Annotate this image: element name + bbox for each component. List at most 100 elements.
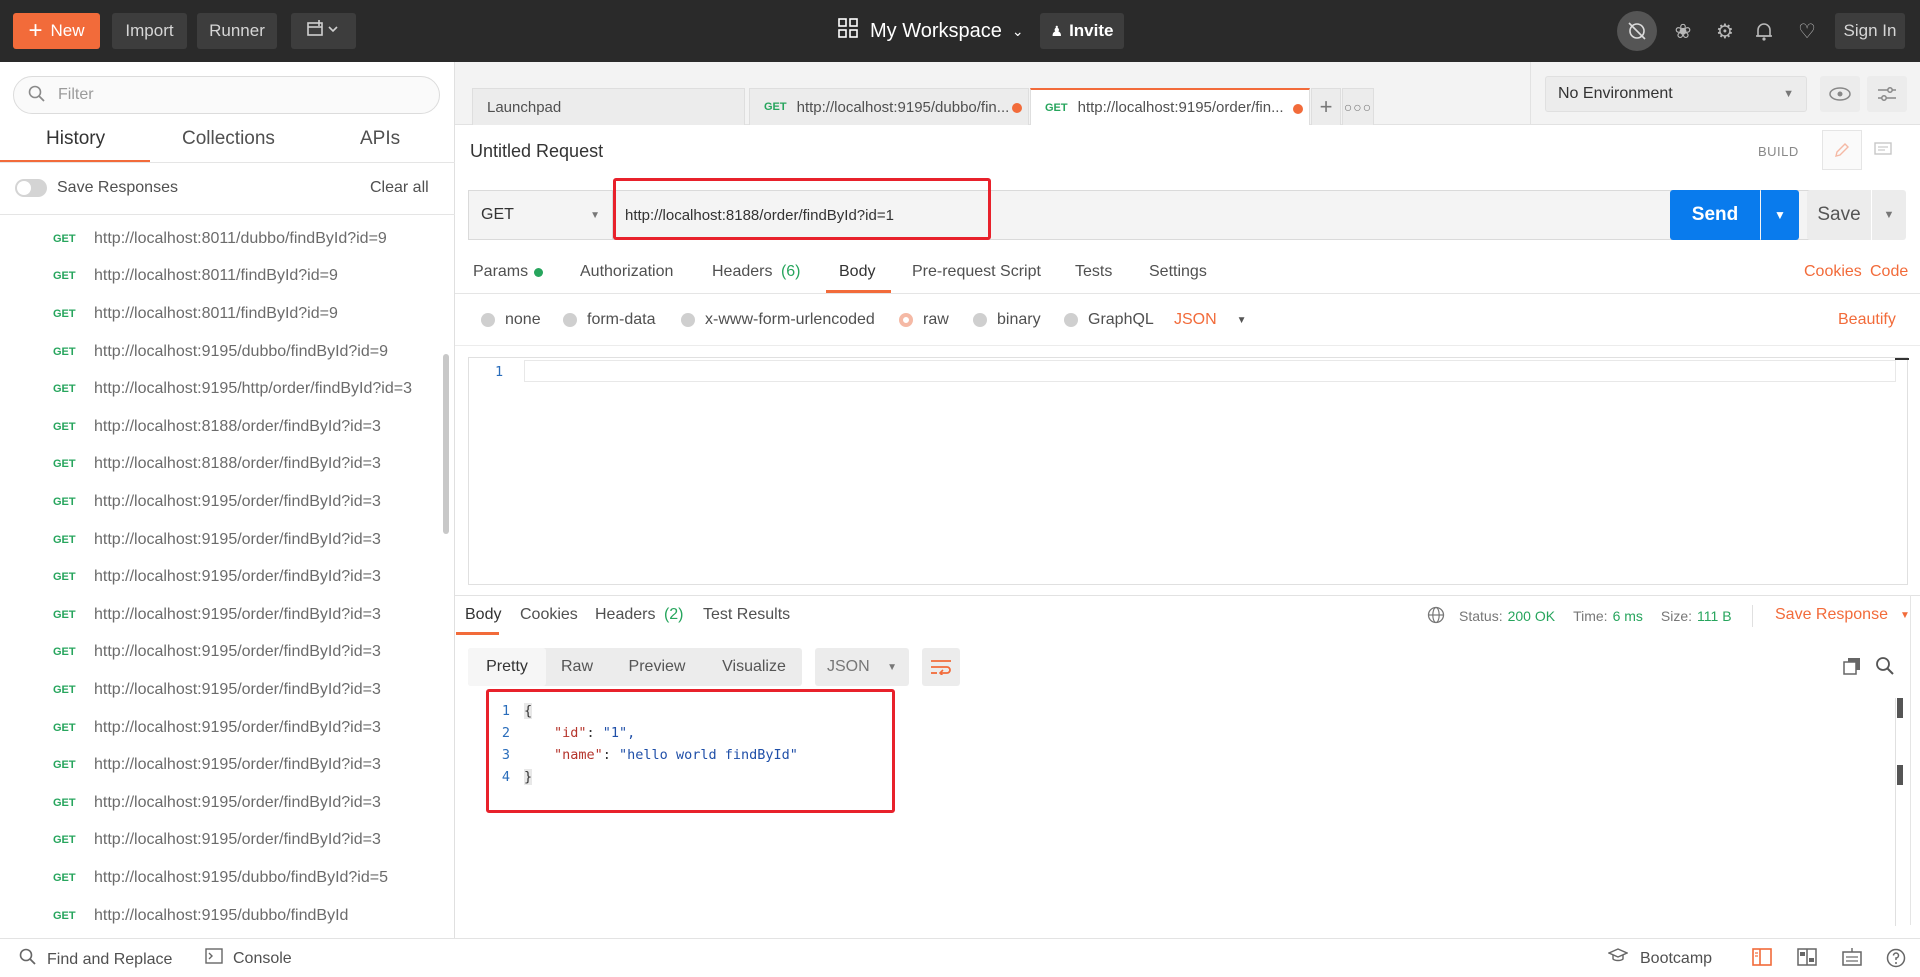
more-tabs-icon[interactable]: ○○○ — [1342, 88, 1374, 125]
history-item[interactable]: GET http://localhost:9195/dubbo/findById?… — [0, 859, 440, 897]
history-item[interactable]: GET http://localhost:9195/order/findById?… — [0, 822, 440, 860]
history-url: http://localhost:9195/http/order/findByI… — [94, 380, 412, 398]
history-item[interactable]: GET http://localhost:9195/dubbo/findById — [0, 897, 440, 935]
history-item[interactable]: GET http://localhost:9195/http/order/find… — [0, 370, 440, 408]
workspace-switcher[interactable]: My Workspace ⌄ — [838, 14, 1024, 48]
tab-launchpad[interactable]: Launchpad — [472, 88, 745, 125]
response-format-select[interactable]: JSON ▼ — [815, 648, 909, 686]
comment-icon[interactable] — [1863, 130, 1903, 170]
response-tab-headers[interactable]: Headers (2) — [595, 606, 684, 624]
radio-form-data[interactable]: form-data — [563, 311, 655, 329]
beautify-button[interactable]: Beautify — [1838, 311, 1896, 329]
request-title: Untitled Request — [470, 141, 604, 161]
filter-input[interactable]: Filter — [13, 76, 440, 114]
tab-tests[interactable]: Tests — [1075, 263, 1112, 281]
code-line: 3 "name" : "hello world findById" — [501, 747, 798, 763]
history-item[interactable]: GET http://localhost:9195/dubbo/findById?… — [0, 333, 440, 371]
wrap-lines-icon[interactable] — [922, 648, 960, 686]
tab-body[interactable]: Body — [839, 263, 875, 281]
view-tab-raw[interactable]: Raw — [546, 658, 608, 676]
history-item[interactable]: GET http://localhost:8011/dubbo/findById?… — [0, 220, 440, 258]
history-item[interactable]: GET http://localhost:8188/order/findById?… — [0, 446, 440, 484]
radio-urlencoded[interactable]: x-www-form-urlencoded — [681, 311, 875, 329]
bootcamp-button[interactable]: Bootcamp — [1607, 948, 1712, 969]
new-window-button[interactable] — [291, 13, 356, 49]
tab-pre-request-script[interactable]: Pre-request Script — [912, 263, 1041, 281]
history-item[interactable]: GET http://localhost:9195/order/findById?… — [0, 746, 440, 784]
sign-in-button[interactable]: Sign In — [1835, 13, 1905, 49]
environment-select[interactable]: No Environment ▼ — [1545, 76, 1807, 112]
tab-authorization[interactable]: Authorization — [580, 263, 673, 281]
history-item[interactable]: GET http://localhost:9195/order/findById?… — [0, 709, 440, 747]
new-button[interactable]: + New — [13, 13, 100, 49]
scrollbar-thumb[interactable] — [1897, 765, 1903, 785]
response-body[interactable]: 1 { 2 "id" : "1", 3 "name" : "hello worl… — [480, 700, 1880, 900]
history-item[interactable]: GET http://localhost:9195/order/findById?… — [0, 634, 440, 672]
request-body-editor[interactable]: 1 — [468, 357, 1909, 585]
tab-request-order[interactable]: GET http://localhost:9195/order/fin... — [1030, 88, 1310, 125]
eye-icon[interactable] — [1820, 76, 1860, 112]
radio-raw[interactable]: raw — [899, 311, 949, 329]
history-item[interactable]: GET http://localhost:9195/order/findById?… — [0, 521, 440, 559]
history-url: http://localhost:8011/findById?id=9 — [94, 304, 338, 322]
keyboard-shortcuts-icon[interactable] — [1842, 948, 1862, 971]
scrollbar[interactable] — [443, 354, 449, 534]
view-tab-preview[interactable]: Preview — [608, 658, 706, 676]
tab-apis[interactable]: APIs — [360, 128, 400, 160]
response-tab-body[interactable]: Body — [465, 606, 501, 624]
gear-icon[interactable]: ⚙ — [1710, 16, 1740, 46]
radio-binary[interactable]: binary — [973, 311, 1041, 329]
search-icon[interactable] — [1875, 656, 1895, 681]
send-button[interactable]: Send — [1670, 190, 1760, 240]
history-item[interactable]: GET http://localhost:9195/order/findById?… — [0, 596, 440, 634]
save-response-button[interactable]: Save Response ▼ — [1775, 606, 1910, 624]
radio-none[interactable]: none — [481, 311, 541, 329]
tab-headers[interactable]: Headers (6) — [712, 263, 801, 281]
history-item[interactable]: GET http://localhost:9195/order/findById?… — [0, 784, 440, 822]
clear-all-button[interactable]: Clear all — [370, 179, 429, 197]
url-input[interactable]: http://localhost:8188/order/findById?id=… — [613, 190, 1813, 240]
help-icon[interactable] — [1886, 948, 1906, 973]
console-button[interactable]: Console — [205, 948, 292, 969]
bell-icon[interactable] — [1749, 16, 1779, 46]
save-responses-toggle[interactable]: Save Responses — [15, 179, 178, 197]
layout-icon[interactable] — [1797, 948, 1817, 971]
scrollbar-thumb[interactable] — [1897, 698, 1903, 718]
method-select[interactable]: GET ▼ — [468, 190, 613, 240]
code-link[interactable]: Code — [1870, 263, 1908, 281]
radio-graphql[interactable]: GraphQL — [1064, 311, 1154, 329]
import-button[interactable]: Import — [112, 13, 187, 49]
two-pane-view-icon[interactable] — [1752, 948, 1772, 971]
copy-icon[interactable] — [1843, 657, 1861, 680]
find-replace-button[interactable]: Find and Replace — [19, 948, 172, 971]
tab-params[interactable]: Params — [473, 263, 544, 281]
cookies-link[interactable]: Cookies — [1804, 263, 1862, 281]
save-button[interactable]: Save — [1807, 190, 1871, 240]
add-tab-icon[interactable]: + — [1311, 88, 1341, 125]
history-item[interactable]: GET http://localhost:9195/order/findById?… — [0, 671, 440, 709]
sliders-icon[interactable] — [1867, 76, 1907, 112]
method-badge: GET — [53, 232, 76, 245]
heart-icon[interactable]: ♡ — [1792, 16, 1822, 46]
sync-off-icon[interactable] — [1617, 11, 1657, 51]
runner-button[interactable]: Runner — [197, 13, 277, 49]
history-item[interactable]: GET http://localhost:8011/findById?id=9 — [0, 258, 440, 296]
invite-button[interactable]: ♟ Invite — [1040, 13, 1124, 49]
history-item[interactable]: GET http://localhost:9195/order/findById?… — [0, 558, 440, 596]
body-format-select[interactable]: JSON ▼ — [1174, 311, 1247, 329]
response-tab-cookies[interactable]: Cookies — [520, 606, 578, 624]
view-tab-visualize[interactable]: Visualize — [706, 658, 802, 676]
tab-history[interactable]: History — [46, 128, 105, 160]
edit-icon[interactable] — [1822, 130, 1862, 170]
save-options-button[interactable]: ▼ — [1872, 190, 1906, 240]
history-item[interactable]: GET http://localhost:8011/findById?id=9 — [0, 295, 440, 333]
send-options-button[interactable]: ▼ — [1761, 190, 1799, 240]
tab-settings[interactable]: Settings — [1149, 263, 1207, 281]
view-tab-pretty[interactable]: Pretty — [468, 648, 546, 686]
response-tab-test-results[interactable]: Test Results — [703, 606, 790, 624]
tab-request-dubbo[interactable]: GET http://localhost:9195/dubbo/fin... — [749, 88, 1029, 125]
tab-collections[interactable]: Collections — [182, 128, 275, 160]
history-item[interactable]: GET http://localhost:8188/order/findById?… — [0, 408, 440, 446]
satellite-icon[interactable]: ❀ — [1668, 16, 1698, 46]
history-item[interactable]: GET http://localhost:9195/order/findById?… — [0, 483, 440, 521]
